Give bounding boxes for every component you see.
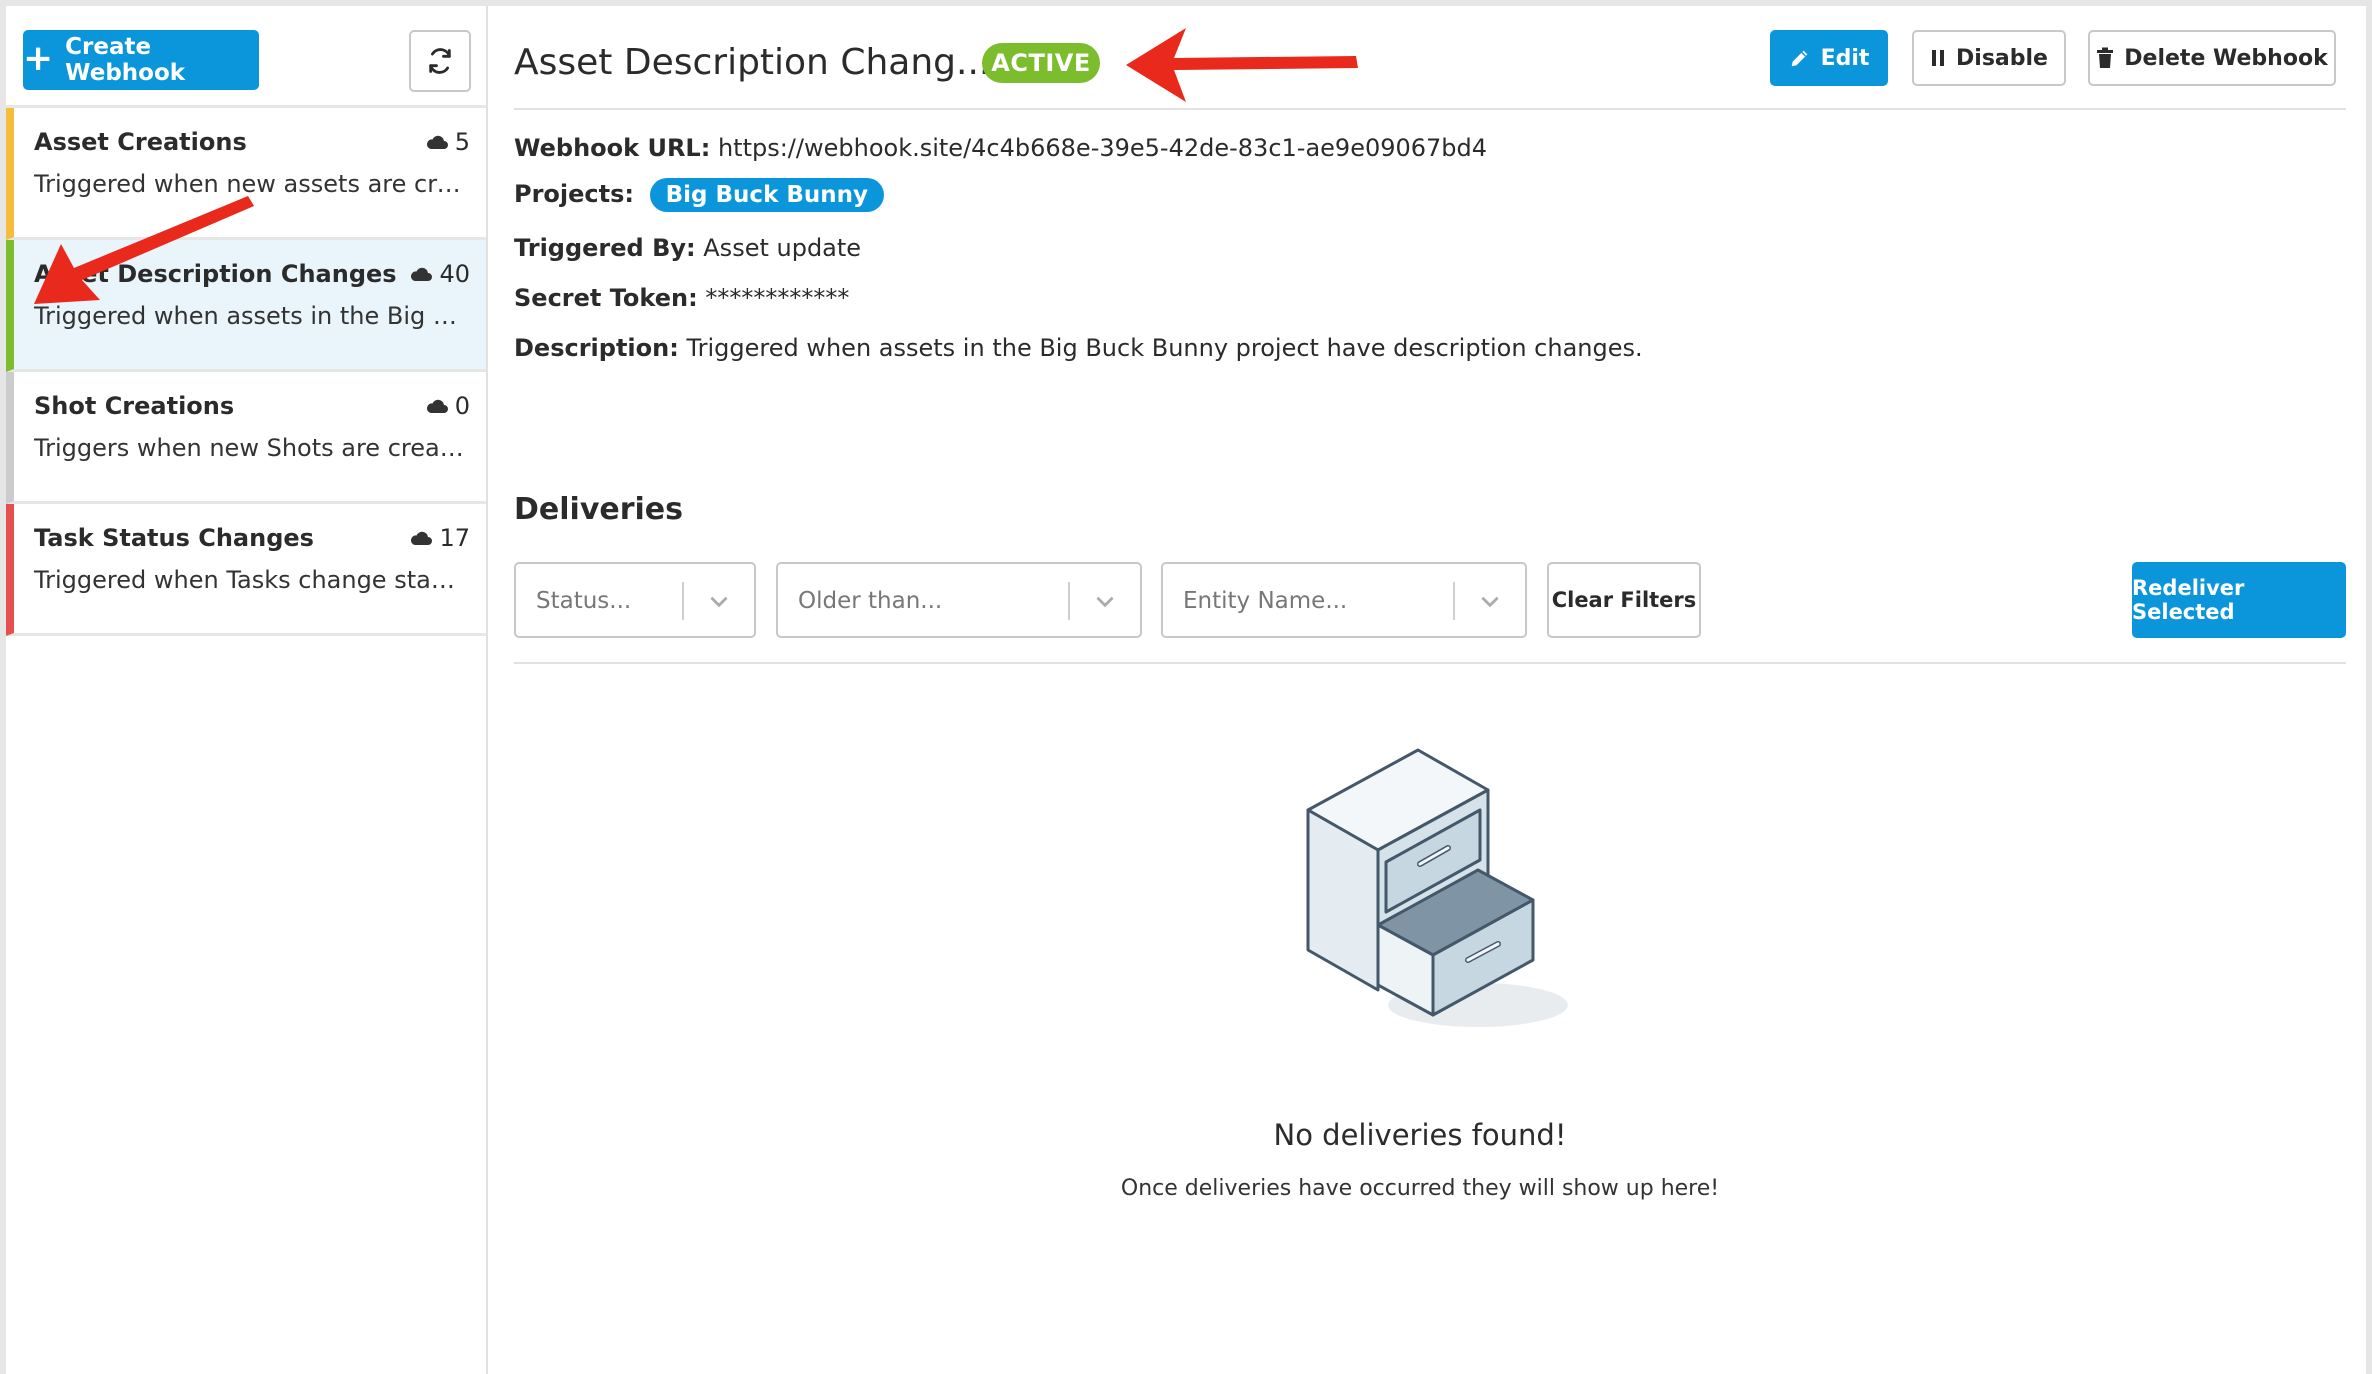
triggered-by-value: Asset update: [703, 234, 862, 262]
edit-button[interactable]: Edit: [1770, 30, 1888, 86]
header-divider: [514, 108, 2346, 110]
chevron-down-icon: [1481, 596, 1499, 608]
delivery-count: 5: [425, 128, 470, 156]
webhook-item-description: Triggered when new assets are created.: [34, 170, 464, 198]
filters-divider: [514, 662, 2346, 664]
empty-state-subtitle: Once deliveries have occurred they will …: [1120, 1176, 1720, 1201]
webhook-item-description: Triggered when Tasks change status.: [34, 566, 464, 594]
webhook-sidebar: + Create Webhook Asset Creations 5 Trigg…: [6, 6, 488, 1374]
select-separator: [1068, 582, 1070, 620]
status-badge: ACTIVE: [982, 43, 1100, 83]
triggered-by-label: Triggered By:: [514, 234, 696, 262]
webhook-item-title: Task Status Changes: [34, 524, 314, 552]
webhook-url-row: Webhook URL: https://webhook.site/4c4b66…: [514, 134, 1487, 162]
description-value: Triggered when assets in the Big Buck Bu…: [686, 334, 1643, 362]
deliveries-heading: Deliveries: [514, 492, 683, 527]
create-webhook-button[interactable]: + Create Webhook: [23, 30, 259, 90]
disable-label: Disable: [1956, 45, 2048, 71]
secret-token-label: Secret Token:: [514, 284, 698, 312]
delete-webhook-label: Delete Webhook: [2124, 45, 2328, 71]
clear-filters-button[interactable]: Clear Filters: [1547, 562, 1701, 638]
status-filter-select[interactable]: Status...: [514, 562, 756, 638]
description-row: Description: Triggered when assets in th…: [514, 334, 1643, 362]
triggered-by-row: Triggered By: Asset update: [514, 234, 861, 262]
chevron-down-icon: [710, 596, 728, 608]
projects-row: Projects: Big Buck Bunny: [514, 178, 885, 212]
older-than-placeholder: Older than...: [798, 588, 943, 614]
refresh-button[interactable]: [409, 30, 471, 92]
delivery-count-value: 40: [439, 260, 470, 288]
disable-button[interactable]: Disable: [1912, 30, 2066, 86]
webhook-item-title: Asset Creations: [34, 128, 247, 156]
cloud-icon: [426, 399, 448, 413]
webhook-url-value: https://webhook.site/4c4b668e-39e5-42de-…: [717, 134, 1488, 162]
select-separator: [1453, 582, 1455, 620]
status-filter-placeholder: Status...: [536, 588, 632, 614]
page-title: Asset Description Chang...: [514, 42, 991, 83]
select-separator: [682, 582, 684, 620]
delete-webhook-button[interactable]: Delete Webhook: [2088, 30, 2336, 86]
entity-name-filter-select[interactable]: Entity Name...: [1161, 562, 1527, 638]
webhook-list-item-selected[interactable]: Asset Description Changes 40 Triggered w…: [6, 240, 486, 372]
older-than-filter-select[interactable]: Older than...: [776, 562, 1142, 638]
empty-state-title: No deliveries found!: [1273, 1118, 1567, 1152]
webhook-item-title: Shot Creations: [34, 392, 235, 420]
edit-label: Edit: [1820, 45, 1870, 71]
chevron-down-icon: [1096, 596, 1114, 608]
delivery-count: 17: [409, 524, 470, 552]
delivery-count: 0: [425, 392, 470, 420]
webhook-url-label: Webhook URL:: [514, 134, 711, 162]
webhook-item-description: Triggered when assets in the Big Buck Bu…: [34, 302, 464, 330]
cloud-icon: [426, 135, 448, 149]
cloud-icon: [411, 531, 433, 545]
delivery-count-value: 0: [454, 392, 470, 420]
entity-name-placeholder: Entity Name...: [1183, 588, 1348, 614]
trash-icon: [2097, 47, 2114, 68]
webhook-list-item[interactable]: Shot Creations 0 Triggers when new Shots…: [6, 372, 486, 504]
refresh-icon: [429, 48, 451, 74]
description-label: Description:: [514, 334, 679, 362]
delivery-count-value: 17: [439, 524, 470, 552]
webhooks-app: + Create Webhook Asset Creations 5 Trigg…: [6, 6, 2366, 1374]
pencil-icon: [1791, 50, 1807, 67]
plus-icon: +: [23, 37, 54, 79]
webhook-list: Asset Creations 5 Triggered when new ass…: [6, 105, 486, 636]
secret-token-value: ************: [705, 284, 850, 312]
secret-token-row: Secret Token: ************: [514, 284, 849, 312]
webhook-item-description: Triggers when new Shots are created.: [34, 434, 464, 462]
webhook-item-title: Asset Description Changes: [34, 260, 397, 288]
delivery-count-value: 5: [454, 128, 470, 156]
file-cabinet-icon: [1306, 748, 1568, 1027]
webhook-list-item[interactable]: Task Status Changes 17 Triggered when Ta…: [6, 504, 486, 636]
webhook-detail-panel: Asset Description Chang... ACTIVE Edit D…: [488, 6, 2366, 1374]
cloud-icon: [411, 267, 433, 281]
redeliver-selected-button[interactable]: Redeliver Selected: [2132, 562, 2346, 638]
create-webhook-label: Create Webhook: [65, 34, 186, 86]
pause-icon: [1932, 50, 1945, 66]
webhook-list-item[interactable]: Asset Creations 5 Triggered when new ass…: [6, 108, 486, 240]
delivery-count: 40: [409, 260, 470, 288]
project-tag[interactable]: Big Buck Bunny: [649, 178, 885, 212]
projects-label: Projects:: [514, 180, 634, 208]
